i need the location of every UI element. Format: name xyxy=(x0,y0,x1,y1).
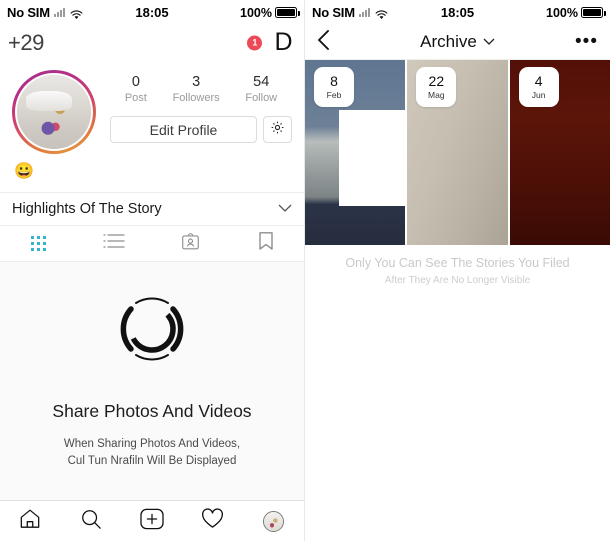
stat-following-label: Follow xyxy=(245,92,278,105)
archive-date-month: Feb xyxy=(326,90,342,101)
gear-icon xyxy=(270,120,285,140)
plus-count-label[interactable]: +29 xyxy=(8,30,44,56)
tab-grid[interactable] xyxy=(0,226,76,261)
empty-state-title: Share Photos And Videos xyxy=(52,400,252,421)
left-status-bar: No SIM 18:05 100% xyxy=(0,0,304,25)
tab-tagged[interactable] xyxy=(152,226,228,261)
archive-date-day: 22 xyxy=(428,73,445,90)
search-icon xyxy=(80,508,102,535)
archive-date-chip: 4 Jun xyxy=(518,67,559,107)
stat-following[interactable]: 54 Follow xyxy=(245,74,277,104)
stat-followers-label: Followers xyxy=(172,92,220,105)
camera-icon xyxy=(106,283,198,375)
empty-state: Share Photos And Videos When Sharing Pho… xyxy=(0,262,304,500)
edit-profile-button[interactable]: Edit Profile xyxy=(110,116,257,144)
navbar-blank-field[interactable]: 1 xyxy=(49,31,269,54)
nav-home[interactable] xyxy=(0,508,61,534)
more-options-button[interactable]: ••• xyxy=(575,32,598,52)
stat-posts[interactable]: 0 Post xyxy=(125,74,147,104)
archive-date-month: Mag xyxy=(428,90,445,101)
battery-icon xyxy=(275,7,300,18)
profile-tabbar xyxy=(0,226,304,262)
empty-state-subtitle-line1: When Sharing Photos And Videos, xyxy=(63,437,241,450)
back-button[interactable] xyxy=(317,30,330,54)
archive-empty-area xyxy=(305,287,610,541)
profile-avatar-icon xyxy=(263,510,285,532)
tab-saved[interactable] xyxy=(228,226,304,261)
profile-stats-column: 0 Post 3 Followers 54 Follow Edit Profil… xyxy=(96,70,292,144)
highlights-section-header[interactable]: Highlights Of The Story xyxy=(0,192,304,226)
right-status-bar: No SIM 18:05 100% xyxy=(305,0,610,25)
home-icon xyxy=(19,508,41,534)
archive-top-navbar: Archive ••• xyxy=(305,25,610,60)
profile-stats: 0 Post 3 Followers 54 Follow xyxy=(110,70,292,106)
archive-note-line2: After They Are No Longer Visible xyxy=(384,275,531,287)
archive-note-line1: Only You Can See The Stories You Filed xyxy=(345,256,570,270)
stat-followers-count: 3 xyxy=(192,74,201,90)
direct-letter-label[interactable]: D xyxy=(274,28,296,57)
battery-icon-right xyxy=(581,7,606,18)
archive-title: Archive xyxy=(420,32,477,51)
activity-heart-icon xyxy=(201,508,224,534)
profile-action-row: Edit Profile xyxy=(110,116,292,144)
settings-button[interactable] xyxy=(263,116,292,144)
chevron-down-icon-archive xyxy=(483,35,495,49)
nav-activity[interactable] xyxy=(182,508,243,534)
empty-state-subtitle: When Sharing Photos And Videos, Cul Tun … xyxy=(64,436,240,469)
person-card-icon xyxy=(181,232,200,256)
archive-date-month: Jun xyxy=(531,90,546,101)
tab-list[interactable] xyxy=(76,226,152,261)
archive-title-group[interactable]: Archive xyxy=(305,32,610,52)
avatar-image xyxy=(17,75,91,149)
stat-followers[interactable]: 3 Followers xyxy=(173,74,220,104)
archive-date-chip: 22 Mag xyxy=(416,67,457,107)
dual-phone-screenshot: No SIM 18:05 100% +29 1 D 0 Post 3 Follo… xyxy=(0,0,610,541)
profile-bio: 😀 xyxy=(14,163,34,180)
stat-following-count: 54 xyxy=(253,74,270,90)
archive-card-overlay xyxy=(339,110,406,206)
chevron-down-icon xyxy=(278,201,292,217)
profile-avatar-ring[interactable] xyxy=(12,70,96,154)
archive-story-grid: 8 Feb 22 Mag 4 Jun xyxy=(305,60,610,245)
archive-card[interactable]: 8 Feb xyxy=(305,60,408,245)
nav-add-post[interactable] xyxy=(122,508,183,535)
archive-note: Only You Can See The Stories You Filed A… xyxy=(305,245,610,287)
archive-date-chip: 8 Feb xyxy=(314,67,354,107)
bookmark-icon xyxy=(258,231,274,256)
notification-badge: 1 xyxy=(247,35,263,50)
stat-posts-count: 0 xyxy=(131,74,140,90)
grid-icon xyxy=(30,236,46,251)
archive-date-day: 8 xyxy=(330,73,338,90)
archive-card[interactable]: 4 Jun xyxy=(509,60,610,245)
bottom-navbar xyxy=(0,500,304,541)
profile-header: 0 Post 3 Followers 54 Follow Edit Profil… xyxy=(0,60,304,158)
archive-card[interactable]: 22 Mag xyxy=(407,60,510,245)
empty-state-subtitle-line2: Cul Tun Nrafiln Will Be Displayed xyxy=(67,454,237,467)
left-top-navbar: +29 1 D xyxy=(0,25,304,60)
highlights-label: Highlights Of The Story xyxy=(12,201,162,217)
stat-posts-label: Post xyxy=(124,92,147,105)
list-icon xyxy=(103,233,125,254)
archive-date-day: 4 xyxy=(534,73,543,90)
clock-label-right: 18:05 xyxy=(440,5,475,20)
avatar xyxy=(15,73,93,151)
nav-profile[interactable] xyxy=(243,510,304,532)
add-post-icon xyxy=(140,508,164,535)
left-phone-screen: No SIM 18:05 100% +29 1 D 0 Post 3 Follo… xyxy=(0,0,305,541)
clock-label: 18:05 xyxy=(135,5,169,20)
right-phone-screen: No SIM 18:05 100% Archive ••• 8 Feb 22 M… xyxy=(305,0,610,541)
nav-search[interactable] xyxy=(61,508,122,535)
